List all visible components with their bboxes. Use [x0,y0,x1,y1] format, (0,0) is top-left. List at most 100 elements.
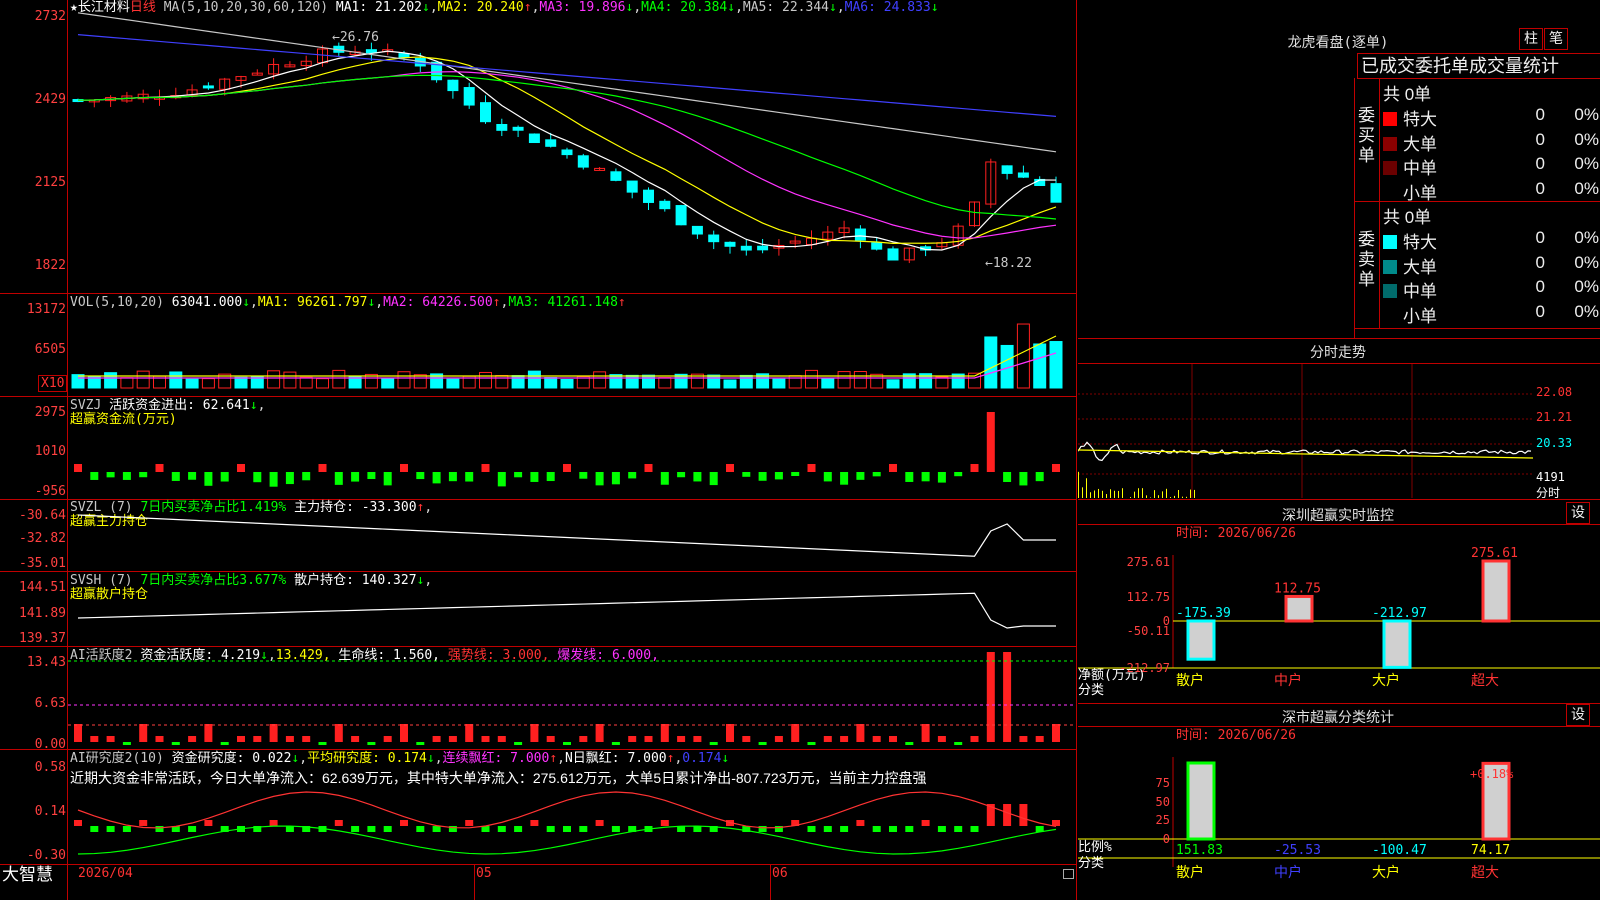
order-type-sell: 特大 [1383,228,1437,253]
category-bar [1382,619,1412,669]
indicator-bar [563,826,571,832]
indicator-bar [253,472,262,483]
order-type-sell: 小单 [1383,302,1437,327]
legend-swatch [1383,259,1397,274]
candle-body [496,124,508,131]
sz-monitor-settings-button[interactable]: 设 [1566,502,1590,524]
indicator-bar [171,742,180,745]
indicator-bar [481,736,490,742]
indicator-bar [889,826,897,832]
volume-bar [185,378,199,389]
indicator-bar [269,724,278,742]
category-bar [1481,559,1511,623]
indicator-bar [791,724,800,742]
indicator-bar [481,464,490,472]
volume-bar [837,371,851,389]
category-label: 超大 [1471,672,1499,688]
candle-body [577,155,589,168]
indicator-bar [937,472,946,483]
svsh-chart[interactable] [68,572,1076,646]
intraday-vol-bar [1114,490,1115,498]
intraday-vol-bar [1146,495,1147,498]
candle-body [528,133,540,144]
indicator-bar [709,742,718,745]
intraday-vol-bar [1186,496,1187,498]
candle-body [545,139,557,147]
ai-activity-chart[interactable] [68,647,1076,749]
candle-body [675,205,687,226]
intraday-vol-bar [1122,488,1123,498]
intraday-vol-bar [1194,489,1195,498]
category-label: 散户 [1176,672,1204,688]
sz-class-title: 深市超赢分类统计 [1282,710,1394,726]
sz-class-chart[interactable]: 75 50 25 0 151.83 散户 -25.53 中户 -100.47 大户 74.17 超大 +… [1078,727,1600,900]
indicator-bar [122,826,131,832]
indicator-bar [188,736,197,742]
price-axis-label: 2125 [34,175,66,190]
indicator-bar [905,742,914,745]
bar-value: 74.17 [1471,843,1510,858]
ai-research-chart[interactable] [68,750,1076,864]
volume-chart[interactable] [68,294,1076,396]
bar-value: 112.75 [1274,581,1321,596]
indicator-bar [497,826,506,832]
indicator-bar [497,472,506,487]
category-bar [1186,761,1216,841]
svzj-chart[interactable] [68,397,1076,499]
order-type-sell: 大单 [1383,253,1437,278]
svzl-chart[interactable] [68,500,1076,571]
longhu-table: 委买单 委卖单 共 0单 共 0单 特大 0 0% 大单 0 0% 中单 0 0% 小单 0 0% 特… [1354,78,1600,338]
order-pct: 0% [1574,301,1599,321]
candlestick-chart[interactable] [68,0,1076,293]
intraday-title: 分时走势 [1310,345,1366,361]
intraday-vol-bar [1098,488,1099,498]
indicator-bar [1019,804,1028,826]
indicator-bar [171,472,180,481]
indicator-bar [497,736,506,742]
indicator-bar [1052,820,1060,826]
sz-monitor-chart[interactable]: 275.61112.750-50.11-212.97-175.39散户112.7… [1078,525,1600,703]
order-type-sell: 中单 [1383,277,1437,302]
volume-bar [495,375,509,389]
indicator-bar [807,464,816,472]
volume-bar [267,370,281,389]
volume-bar [821,377,835,389]
order-pct: 0% [1574,252,1599,272]
indicator-bar [74,724,82,742]
indicator-bar [986,412,995,472]
legend-swatch [1383,308,1397,323]
indicator-bar [677,736,686,742]
axis-tick: 112.75 [1127,590,1170,604]
candle-body [202,85,214,89]
indicator-bar [774,736,783,742]
bar-mode-button[interactable]: 柱 [1519,28,1543,50]
sz-class-settings-button[interactable]: 设 [1566,704,1590,726]
indicator-bar [872,472,881,477]
legend-swatch [1383,185,1397,200]
intraday-vol-bar [1174,495,1175,498]
tick-mode-button[interactable]: 笔 [1544,28,1568,50]
chart-area[interactable]: ★长江材料日线 MA(5,10,20,30,60,120) MA1: 21.20… [0,0,1077,900]
indicator-bar [90,472,99,480]
indicator-bar [90,736,99,742]
category-bar [1284,594,1314,623]
volume-bar [120,377,134,389]
indicator-bar [367,742,376,745]
candle-body [643,189,654,203]
indicator-bar [1035,472,1044,482]
pct-label: +0.18% [1470,767,1514,781]
indicator-bar [90,826,99,832]
indicator-bar [791,472,800,477]
intraday-vol-bar [1090,492,1091,498]
volume-bar [201,378,215,389]
indicator-bar [204,724,213,742]
indicator-bar [872,826,881,832]
indicator-bar [188,826,197,832]
intraday-chart[interactable] [1078,364,1533,498]
indicator-bar [269,472,278,487]
indicator-bar [432,736,441,742]
axis-tick: 0 [1163,832,1170,846]
volume-bar [381,378,395,389]
lock-icon[interactable] [1063,869,1074,879]
volume-bar [397,371,411,389]
